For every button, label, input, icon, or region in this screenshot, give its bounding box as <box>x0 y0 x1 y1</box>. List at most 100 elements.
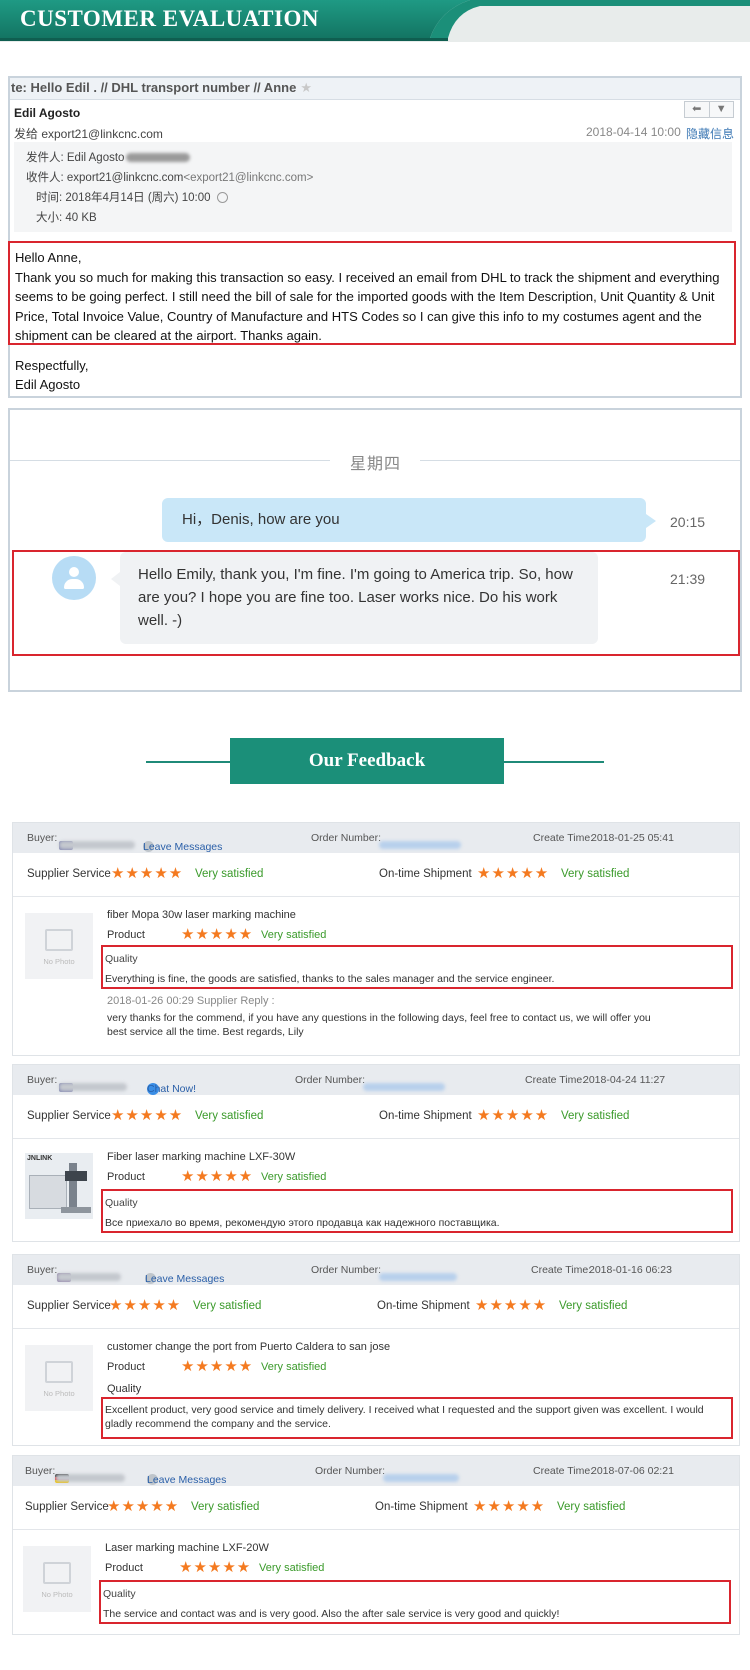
sender-row: 发件人: Edil Agosto <box>26 149 191 165</box>
product-name[interactable]: Fiber laser marking machine LXF-30W <box>107 1151 295 1163</box>
product-rating-text: Very satisfied <box>261 1171 327 1183</box>
supplier-service-rating: Very satisfied <box>191 1501 260 1513</box>
product-name[interactable]: Laser marking machine LXF-20W <box>105 1542 269 1554</box>
supplier-service-stars: ★★★★★ <box>111 1107 184 1124</box>
product-name[interactable]: fiber Mopa 30w laser marking machine <box>107 909 296 921</box>
product-stars: ★★★★★ <box>181 926 254 943</box>
redacted-buyer <box>59 1083 127 1091</box>
supplier-service-stars: ★★★★★ <box>109 1297 182 1314</box>
review-card: Buyer: Leave Messages Order Number: Crea… <box>12 1254 740 1446</box>
supplier-reply-text: very thanks for the commend, if you have… <box>107 1012 651 1038</box>
outgoing-time: 20:15 <box>670 514 706 530</box>
banner-title: CUSTOMER EVALUATION <box>20 6 319 31</box>
product-rating: Product ★★★★★ Very satisfied <box>107 926 326 943</box>
reply-arrow-icon[interactable]: ⬅ <box>685 102 710 117</box>
heading-line-right <box>502 761 604 763</box>
no-photo-label: No Photo <box>43 1389 75 1398</box>
product-name[interactable]: customer change the port from Puerto Cal… <box>107 1341 390 1353</box>
machine-arm <box>69 1163 77 1207</box>
machine-body <box>29 1175 67 1209</box>
redacted-buyer <box>57 1273 121 1281</box>
quality-label: Quality <box>105 1197 138 1209</box>
buyer-label: Buyer: <box>25 1465 56 1477</box>
email-from-name: Edil Agosto <box>14 106 81 120</box>
receiver-address: <export21@linkcnc.com> <box>183 172 314 184</box>
buyer-label: Buyer: <box>27 832 58 844</box>
machine-head <box>65 1171 87 1181</box>
ontime-shipment-label: On-time Shipment <box>375 1501 468 1513</box>
create-time-label: Create Time: <box>533 832 594 844</box>
supplier-service-rating: Very satisfied <box>195 1110 264 1122</box>
ontime-shipment-label: On-time Shipment <box>379 868 472 880</box>
product-label: Product <box>107 1171 145 1183</box>
supplier-reply-header: 2018-01-26 00:29 Supplier Reply : <box>107 995 275 1007</box>
email-body-text: Thank you so much for making this transa… <box>15 269 720 344</box>
image-placeholder-icon <box>43 1562 71 1584</box>
service-ratings: Supplier Service ★★★★★ Very satisfied On… <box>13 853 739 897</box>
receiver-row: 收件人: export21@linkcnc.com<export21@linkc… <box>26 169 313 185</box>
avatar[interactable] <box>52 556 96 600</box>
ontime-shipment-rating: Very satisfied <box>559 1300 628 1312</box>
our-feedback-label: Our Feedback <box>230 738 504 784</box>
buyer-label: Buyer: <box>27 1264 58 1276</box>
hide-info-link[interactable]: 隐藏信息 <box>686 125 734 142</box>
email-sign-off: Respectfully, <box>15 358 89 373</box>
review-card: Buyer: Leave Messages Order Number: Crea… <box>12 822 740 1056</box>
redacted-order <box>383 1474 459 1482</box>
quality-highlight-box: Quality Everything is fine, the goods ar… <box>101 945 733 989</box>
create-time-label: Create Time: <box>525 1074 586 1086</box>
product-label: Product <box>107 1361 145 1373</box>
image-placeholder-icon <box>45 929 73 951</box>
quality-label: Quality <box>105 953 138 965</box>
create-time-value: 2018-04-24 11:27 <box>583 1074 666 1086</box>
product-label: Product <box>105 1562 143 1574</box>
supplier-service-label: Supplier Service <box>27 1110 111 1122</box>
redacted-buyer <box>59 841 135 849</box>
create-time-label: Create Time: <box>533 1465 594 1477</box>
incoming-message: Hello Emily, thank you, I'm fine. I'm go… <box>111 552 598 644</box>
email-signature: Respectfully, Edil Agosto <box>15 356 88 394</box>
ontime-shipment-label: On-time Shipment <box>377 1300 470 1312</box>
ontime-shipment-stars: ★★★★★ <box>475 1297 548 1314</box>
product-rating: Product ★★★★★ Very satisfied <box>107 1168 326 1185</box>
image-placeholder-icon <box>45 1361 73 1383</box>
service-ratings: Supplier Service ★★★★★ Very satisfied On… <box>13 1285 739 1329</box>
sender-label: 发件人: Edil Agosto <box>26 152 125 164</box>
quality-highlight-box: Quality Все приехало во время, рекоменду… <box>101 1189 733 1233</box>
review-card: Buyer: Leave Messages Order Number: Crea… <box>12 1455 740 1635</box>
review-header: Buyer: Leave Messages Order Number: Crea… <box>13 823 739 853</box>
supplier-service-label: Supplier Service <box>27 868 111 880</box>
chat-screenshot: 星期四 Hi，Denis, how are you 20:15 Hello Em… <box>8 408 742 692</box>
chevron-down-icon[interactable]: ▼ <box>710 102 734 117</box>
size-row: 大小: 40 KB <box>36 209 97 225</box>
order-number-label: Order Number: <box>311 1264 382 1276</box>
incoming-time: 21:39 <box>670 571 706 587</box>
quality-label-row: Quality <box>107 1383 141 1395</box>
service-ratings: Supplier Service ★★★★★ Very satisfied On… <box>13 1095 739 1139</box>
review-card: Buyer: Chat Now! Order Number: Create Ti… <box>12 1064 740 1242</box>
divider-line-right <box>420 460 740 461</box>
brand-logo: JNLINK <box>27 1155 53 1162</box>
order-number-label: Order Number: <box>311 832 382 844</box>
outgoing-message: Hi，Denis, how are you <box>162 498 656 542</box>
email-greeting: Hello Anne, <box>15 250 82 265</box>
review-header: Buyer: Leave Messages Order Number: Crea… <box>13 1255 739 1285</box>
product-thumbnail[interactable]: No Photo <box>25 1345 93 1411</box>
product-stars: ★★★★★ <box>181 1168 254 1185</box>
no-photo-label: No Photo <box>41 1590 73 1599</box>
avatar-body <box>64 579 84 589</box>
product-thumbnail[interactable]: No Photo <box>25 913 93 979</box>
product-thumbnail[interactable]: JNLINK <box>25 1153 93 1219</box>
quality-comment: The service and contact was and is very … <box>103 1608 560 1620</box>
product-thumbnail[interactable]: No Photo <box>23 1546 91 1612</box>
clock-icon[interactable] <box>216 192 228 204</box>
quality-highlight-box: Quality The service and contact was and … <box>99 1580 731 1624</box>
star-icon[interactable]: ★ <box>300 80 312 95</box>
product-stars: ★★★★★ <box>181 1358 254 1375</box>
email-meta-details: 发件人: Edil Agosto 收件人: export21@linkcnc.c… <box>14 142 732 232</box>
avatar-head <box>69 567 79 577</box>
product-label: Product <box>107 929 145 941</box>
quality-comment: Excellent product, very good service and… <box>105 1404 704 1430</box>
review-header: Buyer: Leave Messages Order Number: Crea… <box>13 1456 739 1486</box>
customer-evaluation-banner: CUSTOMER EVALUATION <box>0 0 750 42</box>
